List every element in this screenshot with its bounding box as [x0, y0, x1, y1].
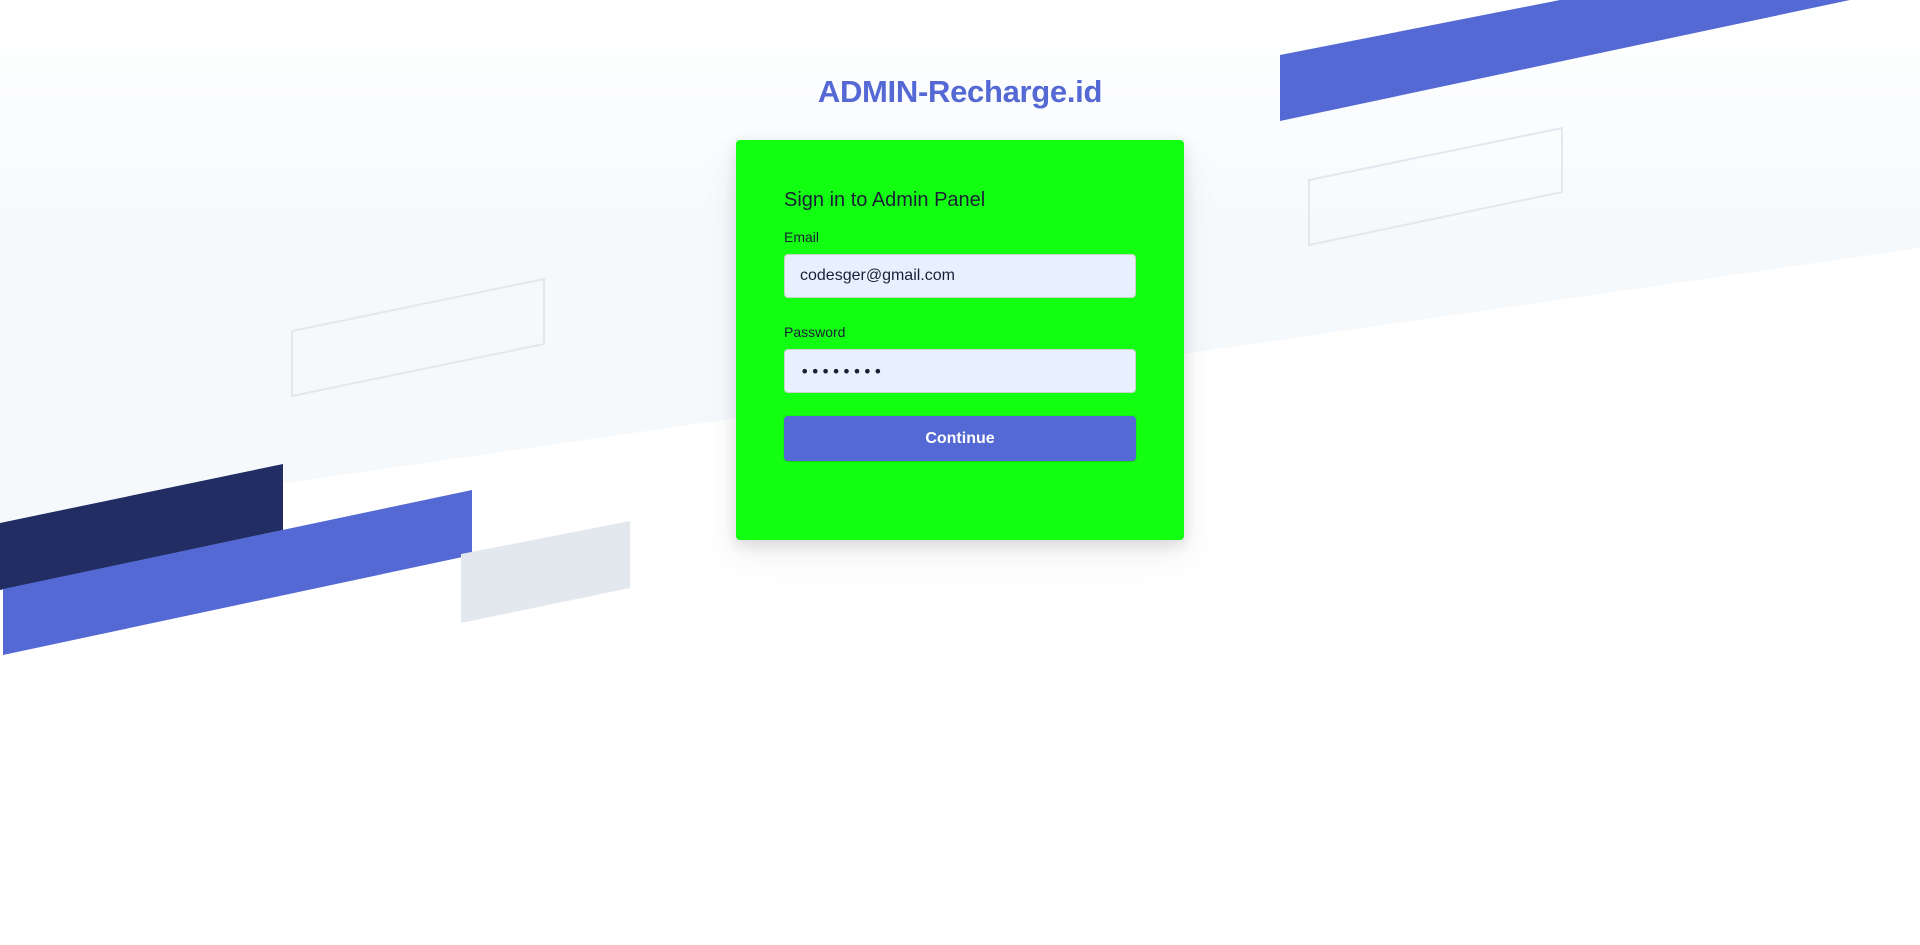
login-heading: Sign in to Admin Panel [784, 189, 986, 211]
email-label: Email [784, 229, 820, 245]
continue-button[interactable]: Continue [784, 416, 1136, 461]
login-page: ADMIN-Recharge.id Sign in to Admin Panel… [0, 0, 1920, 945]
left-gray-stripe [461, 521, 630, 623]
email-field[interactable] [784, 254, 1136, 298]
password-label: Password [784, 324, 846, 340]
password-field[interactable] [784, 349, 1136, 393]
login-card: Sign in to Admin Panel Email Password Co… [736, 140, 1184, 540]
brand-title: ADMIN-Recharge.id [817, 74, 1103, 109]
